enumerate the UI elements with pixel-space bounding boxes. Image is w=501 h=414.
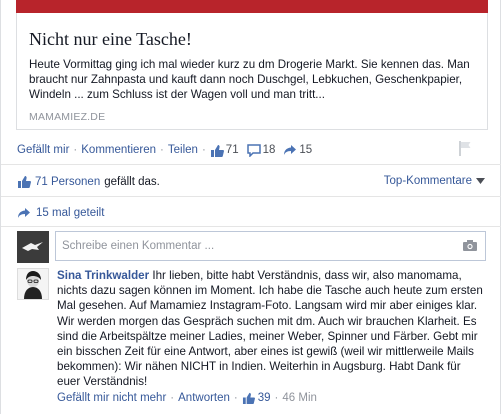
post-card: Nicht nur eine Tasche! Heute Vormittag g… [0,0,501,414]
likes-count-link[interactable]: 71 Personen [35,176,100,188]
separator: · [233,392,238,404]
flag-icon[interactable] [458,140,472,156]
comment-body: Sina Trinkwalder Ihr lieben, bitte habt … [57,268,487,390]
link-description: Heute Vormittag ging ich mal wieder kurz… [29,58,470,101]
comment-text: Ihr lieben, bitte habt Verständnis, dass… [57,269,483,389]
comment-input[interactable] [55,231,486,261]
comment-icon [246,143,261,157]
post-actions: Gefällt mir · Kommentieren · Teilen · 71… [17,142,314,158]
like-button[interactable]: Gefällt mir [17,144,69,156]
thumbs-up-icon [242,392,255,404]
separator: · [170,392,175,404]
shares-summary[interactable]: 15 mal geteilt [17,207,104,219]
share-icon [18,208,30,218]
share-count-value: 15 [299,144,313,156]
camera-icon[interactable] [462,239,478,252]
avatar[interactable] [17,268,49,300]
likes-suffix: gefällt das. [104,175,160,188]
comment-author[interactable]: Sina Trinkwalder [57,269,149,282]
likes-summary: 71 Personen gefällt das. [17,175,160,188]
bird-logo-icon [17,231,49,263]
comment-button[interactable]: Kommentieren [81,144,156,156]
avatar[interactable] [17,231,49,263]
comment-like-count[interactable]: 39 [258,392,271,404]
separator: · [201,144,206,156]
like-count[interactable]: 71 [210,144,239,157]
top-comments-dropdown[interactable]: Top-Kommentare [384,175,485,187]
profile-photo-icon [18,269,48,299]
comment-actions: Gefällt mir nicht mehr · Antworten · 39 … [57,392,317,404]
comment-count-value: 18 [262,144,276,156]
comment-count[interactable]: 18 [246,143,276,157]
divider [1,164,501,165]
comment-composer [17,231,486,263]
link-title[interactable]: Nicht nur eine Tasche! [29,29,192,50]
divider [1,226,501,227]
unlike-button[interactable]: Gefällt mir nicht mehr [57,392,166,404]
separator: · [274,392,279,404]
comment-timestamp[interactable]: 46 Min [282,392,317,404]
link-domain: MAMAMIEZ.DE [29,111,106,123]
thumbs-up-icon [18,176,31,188]
thumbs-up-icon [210,144,224,157]
top-comments-label: Top-Kommentare [383,175,472,187]
link-cover-image[interactable] [16,0,488,13]
share-icon [284,145,297,155]
chevron-down-icon [476,178,485,184]
link-preview[interactable]: Nicht nur eine Tasche! Heute Vormittag g… [16,13,488,130]
separator: · [160,144,164,156]
reply-button[interactable]: Antworten [178,392,230,404]
share-button[interactable]: Teilen [168,144,198,156]
share-count[interactable]: 15 [283,144,312,156]
shares-count-label: 15 mal geteilt [36,207,105,219]
divider [1,196,501,197]
separator: · [73,144,78,156]
like-count-value: 71 [225,144,239,156]
